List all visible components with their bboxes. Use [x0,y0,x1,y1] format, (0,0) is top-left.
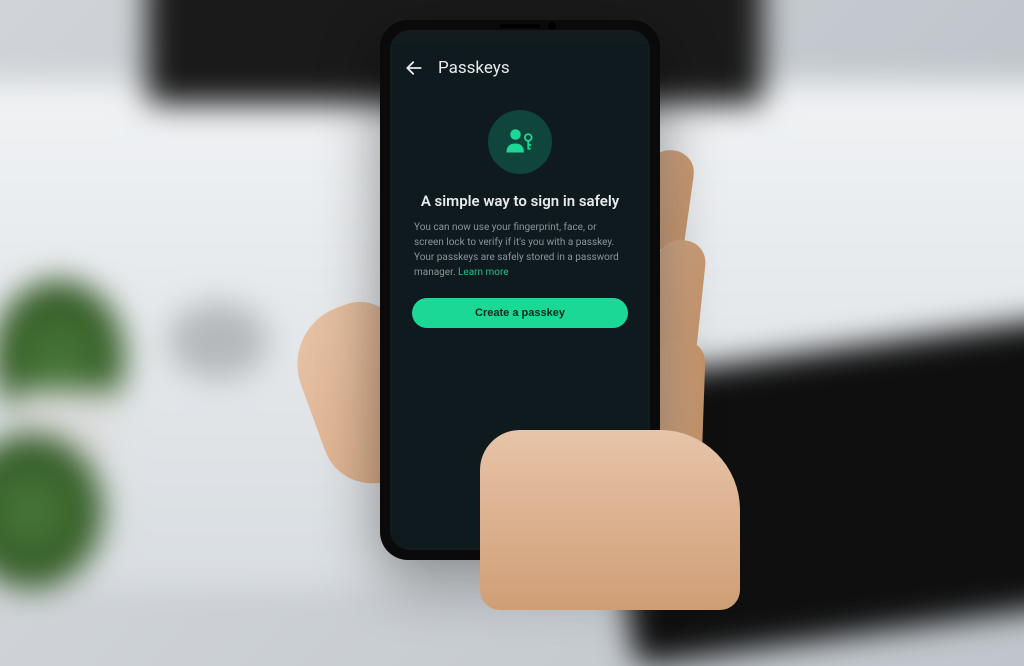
create-passkey-button[interactable]: Create a passkey [412,298,628,328]
arrow-left-icon [404,58,424,78]
app-header: Passkeys [392,44,648,92]
learn-more-link[interactable]: Learn more [458,267,509,278]
phone-screen: Passkeys A simple way to sign in safely [392,44,648,548]
main-content: A simple way to sign in safely You can n… [392,92,648,548]
body-copy: You can now use your fingerprint, face, … [414,222,619,278]
phone-frame: Passkeys A simple way to sign in safely [380,20,660,560]
back-button[interactable] [404,58,424,78]
body-text: You can now use your fingerprint, face, … [412,220,628,280]
passkey-icon [502,124,538,160]
phone-speaker [500,24,540,28]
phone-camera [548,22,556,30]
hero-icon-container [488,110,552,174]
page-title: Passkeys [438,58,510,78]
phone-bezel: Passkeys A simple way to sign in safely [390,30,650,550]
heading-text: A simple way to sign in safely [412,192,628,210]
